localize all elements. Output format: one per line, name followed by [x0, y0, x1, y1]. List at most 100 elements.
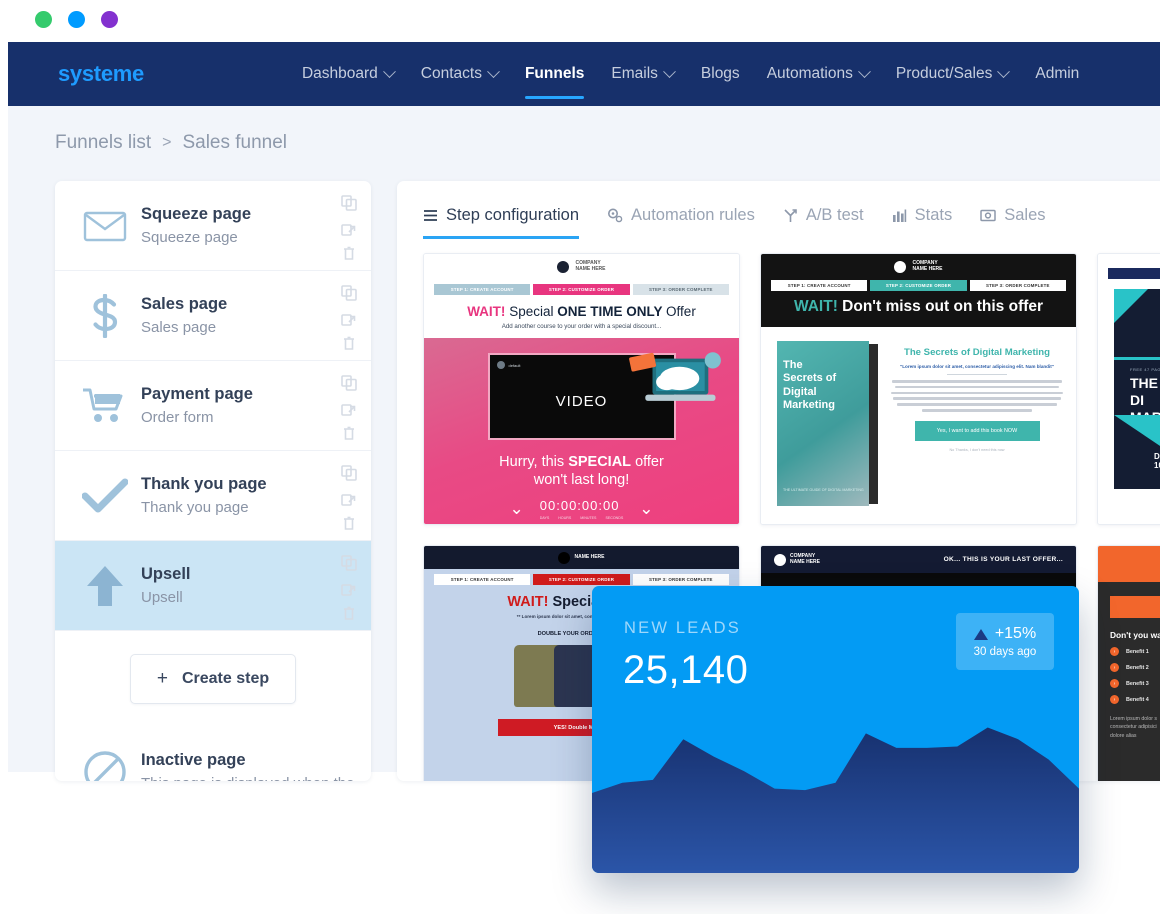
step-actions: [341, 375, 357, 441]
sidebar-step-upsell[interactable]: Upsell Upsell: [55, 541, 371, 631]
mini-step: STEP 1: CREATE ACCOUNT: [434, 284, 531, 295]
nav-item-dashboard[interactable]: Dashboard: [302, 42, 396, 106]
nav-item-emails[interactable]: Emails: [611, 42, 676, 106]
app-logo[interactable]: systeme: [58, 61, 144, 87]
mini-benefit-label: Benefit 1: [1126, 648, 1149, 655]
step-text: Upsell Upsell: [141, 563, 191, 608]
share-link-icon[interactable]: [341, 310, 357, 326]
mini-step: STEP 2: CUSTOMIZE ORDER: [533, 284, 630, 295]
nav-item-blogs[interactable]: Blogs: [701, 42, 740, 106]
mini-cover: FREE 47 PAGES GUIDE THE SEDIMAR2 DOWN 10…: [1114, 289, 1160, 489]
duplicate-icon[interactable]: [341, 285, 357, 301]
mini-timer-units: DAYS HOURS MINUTES SECONDS: [539, 516, 624, 521]
mini-benefit-row: › Benefit 1: [1110, 647, 1160, 656]
mini-step: STEP 3: ORDER COMPLETE: [969, 280, 1066, 291]
share-link-icon[interactable]: [341, 580, 357, 596]
mini-book-cover: The Secrets of Digital Marketing THE ULTIMA…: [771, 337, 879, 509]
mini-step: STEP 1: CREATE ACCOUNT: [434, 574, 531, 585]
template-card-orange-benefits[interactable]: Don't you want to... › Benefit 1 › Benef…: [1097, 545, 1160, 781]
nav-item-product-sales[interactable]: Product/Sales: [895, 42, 1011, 106]
duplicate-icon[interactable]: [341, 375, 357, 391]
create-step-button[interactable]: + Create step: [129, 654, 297, 704]
plus-icon: +: [156, 668, 168, 689]
duplicate-icon[interactable]: [341, 195, 357, 211]
tab-label: Stats: [914, 206, 953, 224]
tab-step-configuration[interactable]: Step configuration: [423, 206, 580, 239]
mini-headline-offer: Offer: [666, 304, 696, 319]
sidebar-step-payment-page[interactable]: Payment page Order form: [55, 361, 371, 451]
breadcrumb-root[interactable]: Funnels list: [55, 132, 151, 154]
tab-automation-rules[interactable]: Automation rules: [607, 206, 755, 239]
share-link-icon[interactable]: [341, 400, 357, 416]
nav-item-funnels[interactable]: Funnels: [524, 42, 585, 106]
mini-hurry-line: Hurry, this SPECIAL offer won't last lon…: [499, 454, 664, 489]
mini-company: COMPANY NAME HERE: [912, 260, 943, 272]
new-leads-widget[interactable]: NEW LEADS 25,140 +15% 30 days ago: [592, 586, 1079, 873]
window-controls: [35, 11, 118, 28]
sidebar-step-inactive-page[interactable]: Inactive page This page is displayed whe…: [55, 727, 371, 781]
step-text: Payment page Order form: [141, 383, 253, 428]
template-card-pink-one-time-offer[interactable]: COMPANY NAME HERE STEP 1: CREATE ACCOUNT …: [423, 253, 740, 525]
duplicate-icon[interactable]: [341, 465, 357, 481]
trash-icon[interactable]: [341, 425, 357, 441]
nav-label: Product/Sales: [895, 65, 993, 82]
nav-item-automations[interactable]: Automations: [767, 42, 871, 106]
nav-item-contacts[interactable]: Contacts: [421, 42, 500, 106]
widget-area-chart: [592, 727, 1079, 873]
bars-icon: [892, 209, 907, 222]
mini-countdown: ⌄ 00:00:00:00 DAYS HOURS MINUTES SECONDS: [437, 497, 726, 520]
mini-step: STEP 3: ORDER COMPLETE: [632, 574, 729, 585]
cart-icon: [77, 378, 133, 434]
arrow-right-icon: ›: [1110, 679, 1119, 688]
mini-headline-special: Special: [509, 304, 554, 319]
share-link-icon[interactable]: [341, 220, 357, 236]
mini-body: default ⚙▰ VIDEO: [424, 338, 739, 524]
window-dot-purple[interactable]: [101, 11, 118, 28]
check-icon: [77, 468, 133, 524]
top-navigation-bar: systeme Dashboard Contacts Funnels Email…: [8, 42, 1160, 106]
share-link-icon[interactable]: [341, 490, 357, 506]
duplicate-icon[interactable]: [341, 555, 357, 571]
step-actions: [341, 285, 357, 351]
sidebar-step-sales-page[interactable]: Sales page Sales page: [55, 271, 371, 361]
mini-company: COMPANY NAME HERE: [575, 260, 606, 272]
nav-item-admin[interactable]: Admin: [1035, 42, 1079, 106]
mini-headline: Don't you want to...: [1110, 630, 1160, 640]
nav-label: Blogs: [700, 65, 740, 82]
step-text: Inactive page This page is displayed whe…: [141, 749, 354, 781]
template-card-black-teal-book[interactable]: COMPANY NAME HERE STEP 1: CREATE ACCOUNT …: [760, 253, 1077, 525]
trash-icon[interactable]: [341, 605, 357, 621]
tab-sales[interactable]: Sales: [980, 206, 1046, 239]
widget-value: 25,140: [623, 648, 749, 692]
mini-offer-column: The Secrets of Digital Marketing "Lorem …: [888, 337, 1066, 509]
mini-step: STEP 3: ORDER COMPLETE: [632, 284, 729, 295]
step-title: Inactive page: [141, 750, 246, 769]
trash-icon[interactable]: [341, 515, 357, 531]
mini-headline: WAIT! Don't miss out on this offer: [793, 298, 1044, 315]
breadcrumb: Funnels list > Sales funnel: [55, 132, 287, 154]
mini-benefit-label: Benefit 4: [1126, 696, 1149, 703]
create-step-label: Create step: [181, 670, 270, 687]
mini-book-footer: THE ULTIMATE GUIDE OF DIGITAL MARKETING: [783, 487, 864, 492]
sidebar-step-thank-you-page[interactable]: Thank you page Thank you page: [55, 451, 371, 541]
widget-delta: +15%: [973, 625, 1036, 643]
chevron-down-icon: [663, 64, 676, 78]
trash-icon[interactable]: [341, 245, 357, 261]
template-card-navy-teal-download[interactable]: STEP 1: CREATE FREE 47 PAGES GUIDE THE S…: [1097, 253, 1160, 525]
mini-step: STEP 2: CUSTOMIZE ORDER: [533, 574, 630, 585]
mini-benefit-row: › Benefit 4: [1110, 695, 1160, 704]
window-dot-green[interactable]: [35, 11, 52, 28]
mini-body: Don't you want to... › Benefit 1 › Benef…: [1098, 582, 1160, 781]
trash-icon[interactable]: [341, 335, 357, 351]
nav-label: Funnels: [524, 65, 585, 82]
tab-stats[interactable]: Stats: [892, 206, 953, 239]
mini-body: The Secrets of Digital Marketing THE ULTIMA…: [761, 327, 1076, 509]
list-icon: [423, 209, 438, 222]
mini-benefit-row: › Benefit 2: [1110, 663, 1160, 672]
sidebar-step-squeeze-page[interactable]: Squeeze page Squeeze page: [55, 181, 371, 271]
gears-icon: [607, 208, 623, 223]
window-dot-blue[interactable]: [68, 11, 85, 28]
arrow-right-icon: ›: [1110, 647, 1119, 656]
triangle-up-icon: [973, 628, 988, 640]
tab-ab-test[interactable]: A/B test: [783, 206, 864, 239]
